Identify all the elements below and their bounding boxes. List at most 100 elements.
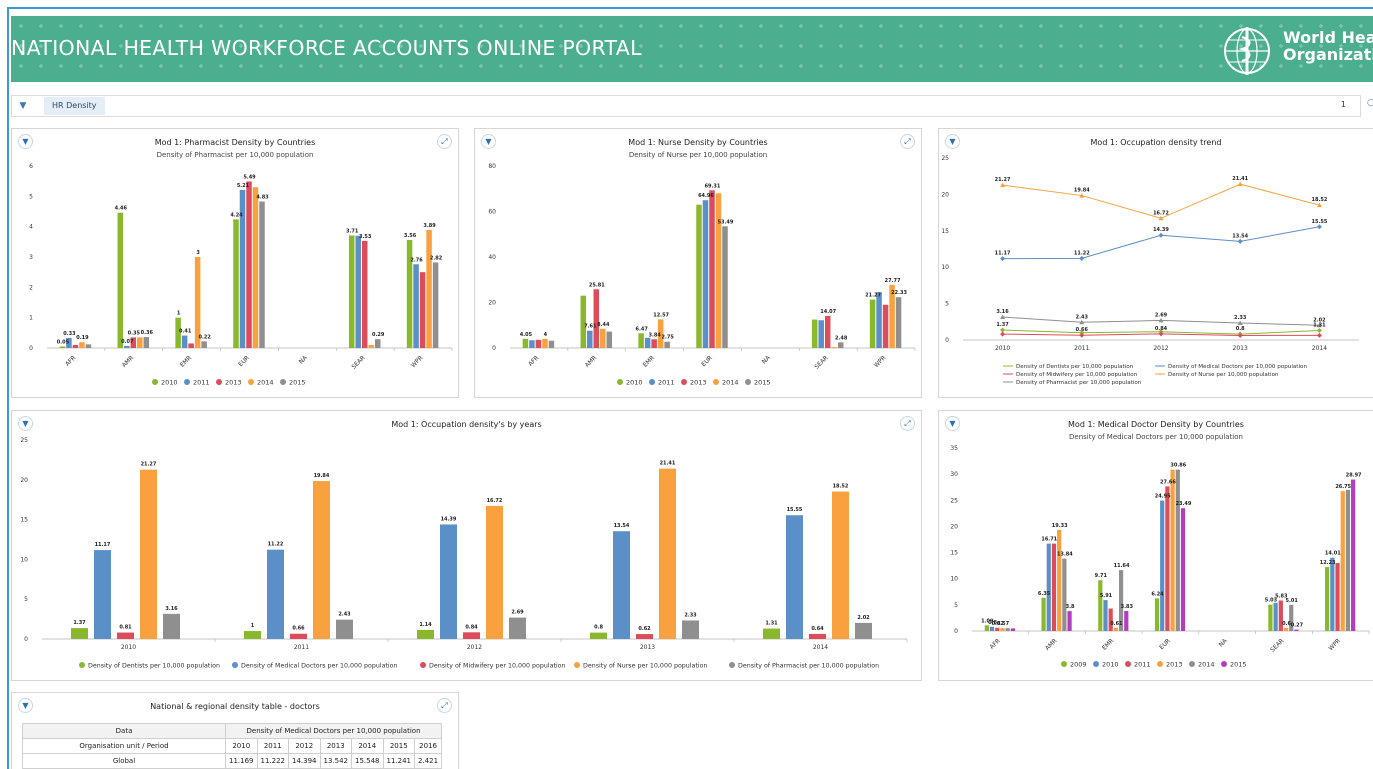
who-emblem-icon [1224,27,1270,75]
legend-swatch [649,379,655,385]
data-label: 0.62 [638,626,651,632]
table-cell: 11.222 [256,753,289,769]
table-period: 2015 [382,738,415,754]
data-label: 0.8 [594,625,603,631]
bar [984,625,989,631]
data-label: 1.37 [73,620,86,626]
bar [59,346,66,348]
legend-swatch [248,379,254,385]
panel-occupation-by-years: ▼ ⤢ Mod 1: Occupation density's by years… [11,410,922,681]
x-tick-label: EUR [1158,637,1172,651]
data-label: 3 [196,250,200,256]
bar [818,320,824,348]
legend-label: Density of Pharmacist per 10,000 populat… [738,663,879,670]
bar [989,626,995,631]
bar [1000,628,1005,631]
bar [1010,628,1015,631]
bar [374,339,381,348]
bar [143,337,150,348]
y-tick-label: 6 [29,163,33,170]
point-marker [1079,255,1085,261]
filter-chip-hr-density[interactable]: HR Density [44,97,105,115]
legend-swatch [184,379,190,385]
y-tick-label: 5 [24,596,28,603]
data-label: 0.66 [292,626,305,632]
bar [246,181,252,348]
data-label: 1.31 [1313,322,1326,328]
panel-pharmacist-density: ▼ ⤢ Mod 1: Pharmacist Density by Countri… [11,128,459,398]
table-cell: 13.542 [319,753,352,769]
data-label: 14.01 [1325,551,1341,557]
x-tick-label: WPR [410,354,425,369]
data-label: 0.8 [1236,326,1245,332]
x-tick-label: AMR [1044,637,1058,651]
bar [763,628,780,639]
table-period: 2011 [256,738,289,754]
legend-label: 2015 [754,379,771,387]
data-label: 2.69 [511,610,524,616]
y-tick-label: 0 [24,636,28,643]
y-tick-label: 10 [950,576,958,583]
bar [117,632,134,639]
bar [1057,529,1062,631]
bar [336,619,353,639]
bar [715,193,722,348]
data-label: 11.64 [1114,563,1130,569]
data-label: 12.23 [1320,560,1336,566]
bar [1283,627,1289,631]
y-tick-label: 30 [950,471,958,478]
data-label: 21.27 [865,293,881,299]
y-tick-label: 3 [29,254,33,261]
data-label: 3.16 [996,309,1009,315]
table-period: 2016 [413,738,443,754]
x-tick-label: SEAR [350,354,366,370]
legend-swatch [1061,661,1067,667]
data-label: 2.76 [410,257,423,263]
filter-bar: ▼ HR Density 1 [11,95,1361,117]
legend-swatch [713,379,719,385]
y-tick-label: 0 [492,345,496,352]
data-label: 2.33 [684,612,697,618]
data-label: 19.84 [314,473,330,479]
data-label: 3.89 [423,223,436,229]
search-icon[interactable]: ○ [1367,98,1373,108]
data-label: 0.27 [1291,623,1304,629]
legend-swatch [1221,661,1227,667]
data-label: 1.31 [765,621,778,627]
data-label: 11.17 [95,542,111,548]
density-table: Data Density of Medical Doctors per 10,0… [22,723,443,769]
data-label: 0.84 [1155,326,1168,332]
point-marker [1316,224,1322,230]
data-label: 16.72 [1153,210,1169,216]
legend-label: 2014 [722,379,739,387]
funnel-icon[interactable]: ▼ [16,99,30,113]
occupation-years-bar-chart: 051015202520101.3711.170.8121.273.162011… [20,437,908,670]
data-label: 23.49 [1176,501,1192,507]
data-label: 9.71 [1095,573,1108,579]
bar [290,633,307,639]
table-row: Global 11.169 11.222 14.394 13.542 15.54… [22,753,443,769]
point-marker [1000,331,1006,337]
bar [188,343,194,348]
bar [1005,628,1010,631]
data-label: 3.56 [404,233,417,239]
data-label: 30.86 [1170,463,1186,469]
data-label: 5.21 [237,183,250,189]
data-label: 24.95 [1155,494,1171,500]
y-tick-label: 2 [29,284,33,291]
who-logo-line2: Organization [1283,45,1373,64]
data-label: 3.71 [346,228,359,234]
legend-swatch [79,662,85,668]
y-tick-label: 20 [941,191,949,198]
bar [1108,608,1113,631]
legend-label: Density of Medical Doctors per 10,000 po… [1168,364,1307,370]
x-tick-label: WPR [1327,637,1342,652]
bar [1175,469,1180,631]
x-tick-label: 2014 [813,644,828,651]
data-label: 27.77 [885,278,901,284]
y-tick-label: 4 [29,224,33,231]
data-label: 8.44 [597,322,610,328]
table-period: 2013 [319,738,352,754]
y-tick-label: 15 [941,228,949,235]
legend-label: 2013 [225,379,242,387]
